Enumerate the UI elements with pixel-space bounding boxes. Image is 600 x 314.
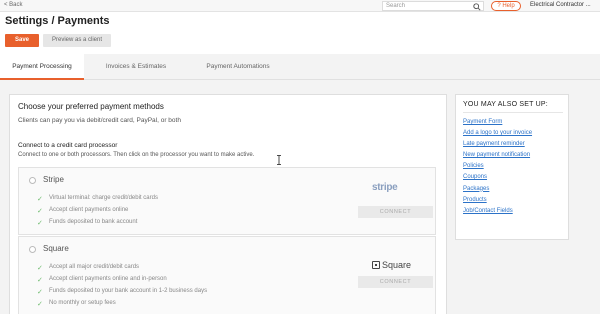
feature-item: ✓ No monthly or setup fees [37, 300, 116, 308]
search-placeholder: Search [386, 3, 406, 9]
tab-payment-automations[interactable]: Payment Automations [196, 54, 280, 80]
link-products[interactable]: Products [463, 197, 532, 208]
stripe-connect-button[interactable]: CONNECT [358, 206, 433, 218]
check-icon: ✓ [37, 220, 43, 227]
link-late-payment-reminder[interactable]: Late payment reminder [463, 141, 532, 152]
check-icon: ✓ [37, 265, 43, 272]
stripe-radio[interactable] [29, 177, 36, 184]
divider [463, 112, 563, 113]
top-bar: < Back Search ? Help Electrical Contract… [0, 0, 600, 12]
content-area: Choose your preferred payment methods Cl… [0, 80, 600, 314]
link-payment-form[interactable]: Payment Form [463, 119, 532, 130]
help-button[interactable]: ? Help [491, 1, 521, 11]
processor-name: Square [43, 244, 69, 253]
square-connect-button[interactable]: CONNECT [358, 276, 433, 288]
account-menu[interactable]: Electrical Contractor ... [530, 2, 591, 8]
check-icon: ✓ [37, 301, 43, 308]
feature-item: ✓ Accept client payments online and in-pe… [37, 276, 167, 284]
search-icon[interactable] [473, 3, 481, 11]
payment-methods-card: Choose your preferred payment methods Cl… [9, 94, 447, 314]
save-button[interactable]: Save [5, 34, 39, 47]
square-logo: Square [372, 260, 411, 270]
link-job-contact-fields[interactable]: Job/Contact Fields [463, 208, 532, 219]
feature-item: ✓ Virtual terminal: charge credit/debit c… [37, 195, 158, 203]
check-icon: ✓ [37, 289, 43, 296]
connect-subtitle: Connect to one or both processors. Then … [18, 152, 255, 158]
page-header: Settings / Payments Save Preview as a cl… [0, 12, 600, 54]
feature-item: ✓ Funds deposited to bank account [37, 219, 138, 227]
page-title: Settings / Payments [5, 15, 110, 27]
back-link[interactable]: < Back [4, 2, 23, 8]
also-setup-title: YOU MAY ALSO SET UP: [463, 101, 548, 108]
square-radio[interactable] [29, 246, 36, 253]
feature-item: ✓ Funds deposited to your bank account in… [37, 288, 208, 296]
text-cursor-icon [277, 155, 281, 165]
feature-item: ✓ Accept client payments online [37, 207, 129, 215]
settings-tabs: Payment Processing Invoices & Estimates … [0, 54, 600, 80]
link-add-logo[interactable]: Add a logo to your invoice [463, 130, 532, 141]
card-title: Choose your preferred payment methods [18, 102, 164, 111]
tab-payment-processing[interactable]: Payment Processing [0, 54, 84, 80]
square-logo-icon [372, 261, 380, 269]
check-icon: ✓ [37, 196, 43, 203]
link-packages[interactable]: Packages [463, 186, 532, 197]
processor-stripe[interactable]: Stripe ✓ Virtual terminal: charge credit/… [18, 167, 436, 235]
feature-item: ✓ Accept all major credit/debit cards [37, 264, 140, 272]
also-setup-links: Payment Form Add a logo to your invoice … [463, 119, 532, 219]
link-coupons[interactable]: Coupons [463, 174, 532, 185]
connect-title: Connect to a credit card processor [18, 142, 118, 149]
stripe-logo: stripe [372, 182, 398, 193]
preview-as-client-button[interactable]: Preview as a client [43, 34, 111, 47]
link-policies[interactable]: Policies [463, 163, 532, 174]
link-new-payment-notification[interactable]: New payment notification [463, 152, 532, 163]
processor-name: Stripe [43, 175, 64, 184]
processor-square[interactable]: Square ✓ Accept all major credit/debit ca… [18, 236, 436, 314]
tab-invoices-estimates[interactable]: Invoices & Estimates [95, 54, 177, 80]
search-input[interactable]: Search [382, 1, 484, 11]
also-setup-panel: YOU MAY ALSO SET UP: Payment Form Add a … [455, 94, 569, 240]
check-icon: ✓ [37, 208, 43, 215]
check-icon: ✓ [37, 277, 43, 284]
card-subtitle: Clients can pay you via debit/credit car… [18, 117, 181, 124]
